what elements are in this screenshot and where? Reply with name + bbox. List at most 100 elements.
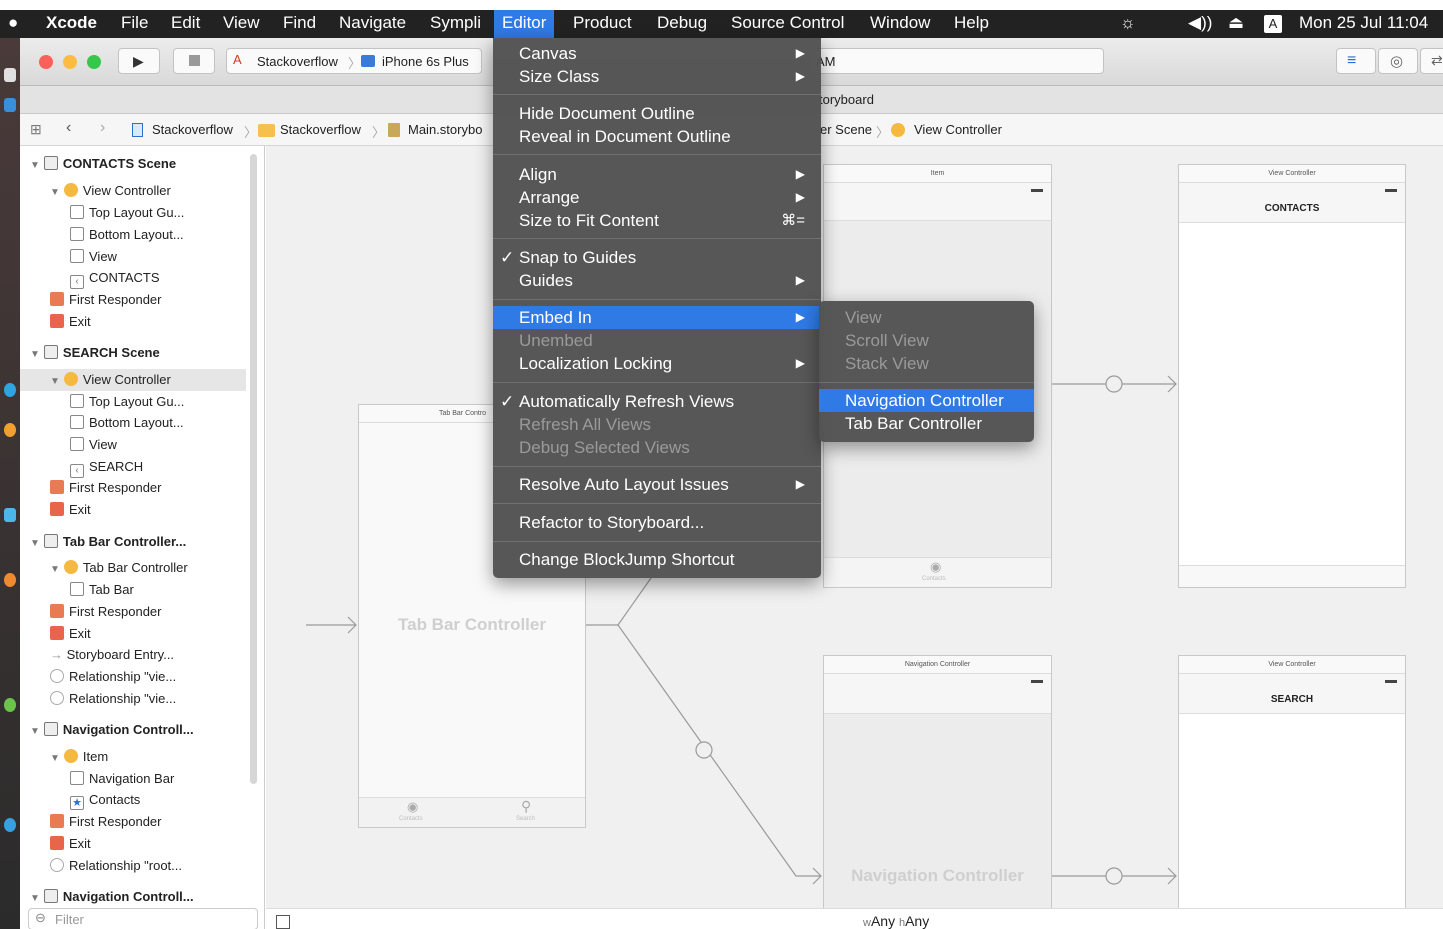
outline-row-exit[interactable]: Exit: [50, 311, 91, 333]
scheme-name[interactable]: Stackoverflow: [257, 54, 338, 69]
menu-product[interactable]: Product: [573, 13, 632, 33]
outline-row-guide[interactable]: Tab Bar: [70, 579, 134, 601]
dock-app-icon[interactable]: [4, 423, 16, 437]
scheme-selector[interactable]: A Stackoverflow 〉 iPhone 6s Plus: [226, 48, 482, 74]
size-class-control[interactable]: wAny hAny: [863, 913, 929, 929]
outline-row-nav[interactable]: ‹ SEARCH: [70, 456, 143, 478]
menu-item-guides[interactable]: Guides ▶: [493, 269, 821, 292]
menu-item-reveal-outline[interactable]: Reveal in Document Outline: [493, 125, 821, 148]
grid-icon[interactable]: ⊞: [30, 121, 42, 138]
dock-app-icon[interactable]: [4, 698, 16, 712]
outline-row-scene[interactable]: ▼ Navigation Controll...: [30, 719, 194, 741]
menu-item-auto-refresh[interactable]: ✓ Automatically Refresh Views: [493, 390, 821, 413]
dock-app-icon[interactable]: [4, 818, 16, 832]
menu-item-size-class[interactable]: Size Class ▶: [493, 65, 821, 88]
outline-row-exit[interactable]: Exit: [50, 833, 91, 855]
run-button[interactable]: ▶: [118, 48, 160, 74]
outline-row-resp[interactable]: First Responder: [50, 811, 161, 833]
disclosure-triangle-icon[interactable]: ▼: [50, 187, 60, 198]
outline-row-vc[interactable]: ▼ View Controller: [20, 369, 246, 391]
menu-item-resolve-auto-layout[interactable]: Resolve Auto Layout Issues ▶: [493, 473, 821, 496]
forward-icon[interactable]: ›: [100, 119, 105, 137]
outline-row-resp[interactable]: First Responder: [50, 477, 161, 499]
menu-view[interactable]: View: [223, 13, 260, 33]
close-window-button[interactable]: [39, 55, 53, 69]
outline-row-resp[interactable]: First Responder: [50, 601, 161, 623]
menu-sympli[interactable]: Sympli: [430, 13, 481, 33]
outline-row-guide[interactable]: Navigation Bar: [70, 768, 174, 790]
minimize-window-button[interactable]: [63, 55, 77, 69]
disclosure-triangle-icon[interactable]: ▼: [30, 538, 40, 549]
menu-file[interactable]: File: [121, 13, 148, 33]
menu-xcode[interactable]: Xcode: [46, 13, 97, 33]
outline-row-guide[interactable]: View: [70, 246, 117, 268]
menu-help[interactable]: Help: [954, 13, 989, 33]
eject-icon[interactable]: ⏏: [1228, 13, 1244, 33]
disclosure-triangle-icon[interactable]: ▼: [50, 564, 60, 575]
outline-row-rel[interactable]: Relationship "vie...: [50, 688, 176, 710]
menu-item-align[interactable]: Align ▶: [493, 163, 821, 186]
version-editor-button[interactable]: ⇄: [1420, 48, 1443, 74]
outline-scrollbar[interactable]: [250, 154, 257, 784]
volume-icon[interactable]: ◀)): [1188, 13, 1212, 33]
outline-row-vc[interactable]: ▼ Tab Bar Controller: [50, 557, 188, 579]
crumb-project[interactable]: Stackoverflow: [152, 122, 233, 137]
crumb-storyboard[interactable]: Main.storybo: [408, 122, 482, 137]
disclosure-triangle-icon[interactable]: ▼: [30, 349, 40, 360]
zoom-window-button[interactable]: [87, 55, 101, 69]
submenu-item-tab-bar-controller[interactable]: Tab Bar Controller: [819, 412, 1034, 435]
outline-row-entry[interactable]: → Storyboard Entry...: [50, 644, 174, 666]
outline-row-rel[interactable]: Relationship "vie...: [50, 666, 176, 688]
menu-item-embed-in[interactable]: Embed In ▶: [493, 306, 821, 329]
menubar-clock[interactable]: Mon 25 Jul 11:04: [1299, 13, 1428, 33]
menu-item-canvas[interactable]: Canvas ▶: [493, 42, 821, 65]
menu-navigate[interactable]: Navigate: [339, 13, 406, 33]
submenu-item-navigation-controller[interactable]: Navigation Controller: [819, 389, 1034, 412]
outline-row-exit[interactable]: Exit: [50, 623, 91, 645]
assistant-editor-button[interactable]: ◎: [1378, 48, 1418, 74]
navigation-controller-scene[interactable]: Navigation Controller Navigation Control…: [823, 655, 1052, 929]
menu-window[interactable]: Window: [870, 13, 930, 33]
menu-editor[interactable]: Editor: [494, 10, 555, 38]
storyboard-canvas[interactable]: Tab Bar Contro Tab Bar Controller ◉ Cont…: [266, 146, 1443, 929]
menu-debug[interactable]: Debug: [657, 13, 707, 33]
outline-row-scene[interactable]: ▼ Tab Bar Controller...: [30, 531, 186, 553]
dock-app-icon[interactable]: [4, 508, 16, 522]
outline-row-guide[interactable]: Top Layout Gu...: [70, 391, 184, 413]
menu-edit[interactable]: Edit: [171, 13, 200, 33]
disclosure-triangle-icon[interactable]: ▼: [50, 753, 60, 764]
standard-editor-button[interactable]: ≡: [1336, 48, 1376, 74]
crumb-view-controller[interactable]: View Controller: [914, 122, 1002, 137]
outline-row-nav[interactable]: ‹ CONTACTS: [70, 267, 160, 289]
input-source-icon[interactable]: A: [1264, 15, 1282, 33]
contacts-view-controller-scene[interactable]: View Controller CONTACTS: [1178, 164, 1406, 588]
outline-row-vc[interactable]: ▼ View Controller: [50, 180, 171, 202]
brightness-icon[interactable]: ☼: [1120, 13, 1136, 33]
outline-row-vc[interactable]: ▼ Item: [50, 746, 108, 768]
disclosure-triangle-icon[interactable]: ▼: [30, 160, 40, 171]
crumb-scene[interactable]: er Scene: [820, 122, 872, 137]
menu-item-hide-outline[interactable]: Hide Document Outline: [493, 102, 821, 125]
outline-row-guide[interactable]: Bottom Layout...: [70, 224, 184, 246]
outline-row-guide[interactable]: View: [70, 434, 117, 456]
dock-app-icon[interactable]: [4, 98, 16, 112]
menu-item-size-to-fit[interactable]: Size to Fit Content ⌘=: [493, 209, 821, 232]
outline-toggle-icon[interactable]: [276, 915, 290, 929]
outline-row-scene[interactable]: ▼ Navigation Controll...: [30, 886, 194, 908]
dock-app-icon[interactable]: [4, 573, 16, 587]
outline-row-scene[interactable]: ▼ CONTACTS Scene: [30, 153, 176, 175]
outline-row-guide[interactable]: Bottom Layout...: [70, 412, 184, 434]
crumb-folder[interactable]: Stackoverflow: [280, 122, 361, 137]
menu-item-arrange[interactable]: Arrange ▶: [493, 186, 821, 209]
filter-field[interactable]: ⊖ Filter: [28, 908, 258, 929]
dock-app-icon[interactable]: [4, 68, 16, 82]
apple-icon[interactable]: ●: [8, 13, 18, 33]
outline-row-guide[interactable]: Top Layout Gu...: [70, 202, 184, 224]
tab-title[interactable]: toryboard: [819, 92, 874, 107]
stop-button[interactable]: [173, 48, 215, 74]
outline-row-star[interactable]: ★ Contacts: [70, 789, 140, 811]
menu-source-control[interactable]: Source Control: [731, 13, 844, 33]
outline-row-scene[interactable]: ▼ SEARCH Scene: [30, 342, 160, 364]
menu-item-snap-to-guides[interactable]: ✓ Snap to Guides: [493, 246, 821, 269]
outline-row-rel[interactable]: Relationship "root...: [50, 855, 182, 877]
